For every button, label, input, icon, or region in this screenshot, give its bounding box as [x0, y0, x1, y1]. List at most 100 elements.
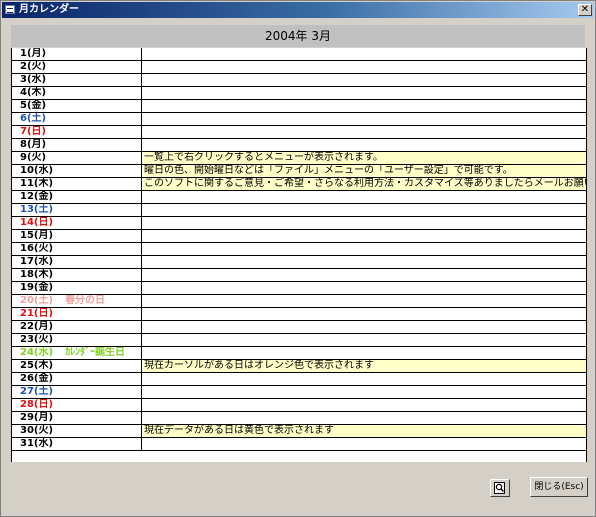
window-close-button[interactable]: ✕	[578, 4, 592, 16]
day-cell[interactable]: 5(金)	[12, 100, 142, 112]
day-row[interactable]: 3(水)	[12, 74, 586, 87]
day-row[interactable]: 27(土)	[12, 386, 586, 399]
day-cell[interactable]: 4(木)	[12, 87, 142, 99]
day-cell[interactable]: 21(日)	[12, 308, 142, 320]
day-cell[interactable]: 20(土) 春分の日	[12, 295, 142, 307]
day-cell[interactable]: 29(月)	[12, 412, 142, 424]
day-cell[interactable]: 28(日)	[12, 399, 142, 411]
note-cell[interactable]	[143, 204, 586, 216]
day-cell[interactable]: 7(日)	[12, 126, 142, 138]
day-cell[interactable]: 8(月)	[12, 139, 142, 151]
note-cell[interactable]	[143, 347, 586, 359]
day-cell[interactable]: 31(水)	[12, 438, 142, 450]
note-cell[interactable]	[143, 230, 586, 242]
day-row[interactable]: 28(日)	[12, 399, 586, 412]
day-cell[interactable]: 10(水)	[12, 165, 142, 177]
day-cell[interactable]: 23(火)	[12, 334, 142, 346]
note-cell[interactable]	[143, 217, 586, 229]
note-cell[interactable]	[143, 438, 586, 450]
note-cell[interactable]	[143, 295, 586, 307]
note-cell[interactable]	[143, 269, 586, 281]
day-cell[interactable]: 25(木)	[12, 360, 142, 372]
day-row[interactable]: 9(火) 一覧上で右クリックするとメニューが表示されます。	[12, 152, 586, 165]
print-preview-button[interactable]	[490, 479, 510, 497]
day-cell[interactable]: 15(月)	[12, 230, 142, 242]
day-row[interactable]: 26(金)	[12, 373, 586, 386]
day-row[interactable]: 7(日)	[12, 126, 586, 139]
note-cell[interactable]	[143, 412, 586, 424]
day-row[interactable]: 1(月)	[12, 48, 586, 61]
day-cell[interactable]: 26(金)	[12, 373, 142, 385]
note-cell[interactable]	[143, 243, 586, 255]
day-row[interactable]: 2(火)	[12, 61, 586, 74]
day-row[interactable]: 23(火)	[12, 334, 586, 347]
day-list[interactable]: 1(月) 2(火) 3(水) 4(木) 5(金) 6(土) 7(日) 8(月) 9(火) 一覧上で…	[11, 48, 587, 462]
day-cell[interactable]: 17(水)	[12, 256, 142, 268]
day-cell[interactable]: 3(水)	[12, 74, 142, 86]
day-cell[interactable]: 11(木)	[12, 178, 142, 190]
note-cell[interactable]	[143, 399, 586, 411]
note-cell[interactable]	[143, 48, 586, 60]
note-cell[interactable]	[143, 113, 586, 125]
day-row[interactable]: 8(月)	[12, 139, 586, 152]
note-cell[interactable]	[143, 139, 586, 151]
note-cell[interactable]: 曜日の色、開始曜日などは「ファイル」メニューの「ユーザー設定」で可能です。	[143, 165, 586, 177]
day-row[interactable]: 20(土) 春分の日	[12, 295, 586, 308]
note-cell[interactable]	[143, 334, 586, 346]
day-row[interactable]: 22(月)	[12, 321, 586, 334]
note-cell[interactable]: 現在カーソルがある日はオレンジ色で表示されます	[143, 360, 586, 372]
day-cell[interactable]: 16(火)	[12, 243, 142, 255]
day-cell[interactable]: 22(月)	[12, 321, 142, 333]
day-row[interactable]: 5(金)	[12, 100, 586, 113]
day-cell[interactable]: 1(月)	[12, 48, 142, 60]
day-row[interactable]: 25(木) 現在カーソルがある日はオレンジ色で表示されます	[12, 360, 586, 373]
day-cell[interactable]: 14(日)	[12, 217, 142, 229]
note-cell[interactable]	[143, 126, 586, 138]
day-row[interactable]: 12(金)	[12, 191, 586, 204]
note-cell[interactable]	[143, 191, 586, 203]
day-cell[interactable]: 24(水) ｶﾚﾝﾀﾞｰ誕生日	[12, 347, 142, 359]
day-row[interactable]: 16(火)	[12, 243, 586, 256]
day-cell[interactable]: 19(金)	[12, 282, 142, 294]
day-row[interactable]: 6(土)	[12, 113, 586, 126]
day-cell[interactable]: 13(土)	[12, 204, 142, 216]
note-cell[interactable]: 一覧上で右クリックするとメニューが表示されます。	[143, 152, 586, 164]
day-row[interactable]: 13(土)	[12, 204, 586, 217]
day-label: 22(月)	[20, 321, 54, 332]
day-cell[interactable]: 30(火)	[12, 425, 142, 437]
close-button[interactable]: 閉じる(Esc)	[530, 477, 588, 497]
note-cell[interactable]	[143, 87, 586, 99]
day-row[interactable]: 31(水)	[12, 438, 586, 451]
day-cell[interactable]: 6(土)	[12, 113, 142, 125]
day-row[interactable]: 19(金)	[12, 282, 586, 295]
day-row[interactable]: 10(水) 曜日の色、開始曜日などは「ファイル」メニューの「ユーザー設定」で可能で…	[12, 165, 586, 178]
day-row[interactable]: 18(木)	[12, 269, 586, 282]
day-row[interactable]: 30(火) 現在データがある日は黄色で表示されます	[12, 425, 586, 438]
day-label: 11(木)	[20, 178, 54, 189]
day-row[interactable]: 17(水)	[12, 256, 586, 269]
note-cell[interactable]	[143, 100, 586, 112]
day-row[interactable]: 14(日)	[12, 217, 586, 230]
note-cell[interactable]	[143, 256, 586, 268]
note-cell[interactable]	[143, 74, 586, 86]
day-row[interactable]: 21(日)	[12, 308, 586, 321]
day-row[interactable]: 11(木) このソフトに関するご意見・ご希望・さらなる利用方法・カスタマイズ等あり…	[12, 178, 586, 191]
day-cell[interactable]: 9(火)	[12, 152, 142, 164]
note-cell[interactable]	[143, 61, 586, 73]
note-cell[interactable]: このソフトに関するご意見・ご希望・さらなる利用方法・カスタマイズ等ありましたらメ…	[143, 178, 586, 190]
note-cell[interactable]	[143, 321, 586, 333]
day-cell[interactable]: 2(火)	[12, 61, 142, 73]
note-cell[interactable]	[143, 386, 586, 398]
day-row[interactable]: 24(水) ｶﾚﾝﾀﾞｰ誕生日	[12, 347, 586, 360]
note-cell[interactable]	[143, 282, 586, 294]
day-cell[interactable]: 27(土)	[12, 386, 142, 398]
day-row[interactable]: 29(月)	[12, 412, 586, 425]
note-cell[interactable]: 現在データがある日は黄色で表示されます	[143, 425, 586, 437]
note-cell[interactable]	[143, 373, 586, 385]
note-cell[interactable]	[143, 308, 586, 320]
day-row[interactable]: 4(木)	[12, 87, 586, 100]
title-bar[interactable]: 月カレンダー ✕	[2, 2, 594, 18]
day-cell[interactable]: 18(木)	[12, 269, 142, 281]
day-cell[interactable]: 12(金)	[12, 191, 142, 203]
day-row[interactable]: 15(月)	[12, 230, 586, 243]
